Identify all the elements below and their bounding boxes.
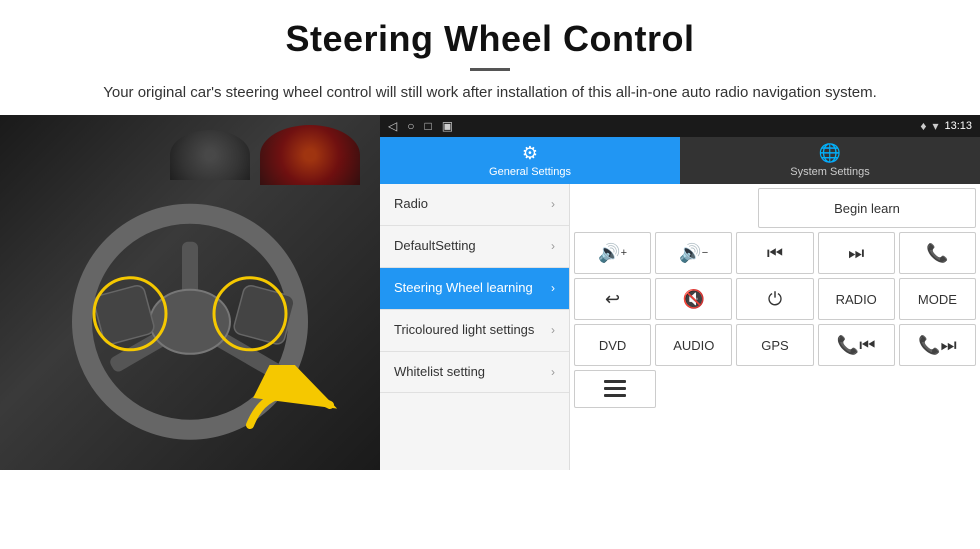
status-right-icons: ♦ ▾ 13:13	[920, 119, 972, 133]
screenshot-icon[interactable]: ▣	[442, 119, 453, 133]
volume-up-button[interactable]: 🔊+	[574, 232, 651, 274]
menu-content: Radio › DefaultSetting › Steering Wheel …	[380, 184, 980, 470]
status-time: 13:13	[944, 120, 972, 132]
audio-button[interactable]: AUDIO	[655, 324, 732, 366]
hangup-button[interactable]: ↩	[574, 278, 651, 320]
gps-icon: ♦	[920, 119, 926, 133]
begin-learn-button[interactable]: Begin learn	[758, 188, 976, 228]
empty-cell	[574, 188, 754, 228]
general-settings-icon: ⚙	[522, 143, 538, 164]
home-icon[interactable]: ○	[407, 119, 414, 133]
power-button[interactable]: ⏻	[736, 278, 813, 320]
phone-next-button[interactable]: 📞⏭	[899, 324, 976, 366]
status-nav-icons: ◁ ○ □ ▣	[388, 119, 453, 133]
chevron-icon: ›	[551, 197, 555, 211]
menu-item-steering[interactable]: Steering Wheel learning ›	[380, 268, 569, 310]
menu-item-tricoloured[interactable]: Tricoloured light settings ›	[380, 310, 569, 352]
back-icon[interactable]: ◁	[388, 119, 397, 133]
android-ui: ◁ ○ □ ▣ ♦ ▾ 13:13 ⚙ General Settings 🌐 S…	[380, 115, 980, 470]
tab-bar: ⚙ General Settings 🌐 System Settings	[380, 137, 980, 184]
next-track-button[interactable]: ⏭	[818, 232, 895, 274]
volume-down-button[interactable]: 🔊−	[655, 232, 732, 274]
title-divider	[470, 68, 510, 71]
tab-system-label: System Settings	[790, 166, 869, 178]
left-menu: Radio › DefaultSetting › Steering Wheel …	[380, 184, 570, 470]
dvd-button[interactable]: DVD	[574, 324, 651, 366]
menu-item-radio[interactable]: Radio ›	[380, 184, 569, 226]
radio-button[interactable]: RADIO	[818, 278, 895, 320]
gps-button[interactable]: GPS	[736, 324, 813, 366]
car-image-area	[0, 115, 380, 470]
recents-icon[interactable]: □	[424, 119, 431, 133]
begin-learn-row: Begin learn	[574, 188, 976, 228]
steering-wheel-bg	[0, 115, 380, 470]
control-row-3: DVD AUDIO GPS 📞⏮ 📞⏭	[574, 324, 976, 366]
mode-button[interactable]: MODE	[899, 278, 976, 320]
signal-icon: ▾	[932, 119, 938, 133]
chevron-icon: ›	[551, 239, 555, 253]
page-title: Steering Wheel Control	[60, 18, 920, 60]
tab-system[interactable]: 🌐 System Settings	[680, 137, 980, 184]
menu-item-whitelist[interactable]: Whitelist setting ›	[380, 352, 569, 394]
menu-button[interactable]	[574, 370, 656, 408]
system-settings-icon: 🌐	[819, 143, 841, 164]
mute-button[interactable]: 🔇	[655, 278, 732, 320]
chevron-icon: ›	[551, 323, 555, 337]
status-bar: ◁ ○ □ ▣ ♦ ▾ 13:13	[380, 115, 980, 137]
gauge-left	[170, 130, 250, 180]
tab-general[interactable]: ⚙ General Settings	[380, 137, 680, 184]
tab-general-label: General Settings	[489, 166, 571, 178]
arrow-svg	[240, 365, 360, 445]
phone-button[interactable]: 📞	[899, 232, 976, 274]
chevron-icon: ›	[551, 281, 555, 295]
hamburger-menu-icon	[604, 380, 626, 398]
right-panel: Begin learn 🔊+ 🔊− ⏮ ⏭ 📞 ↩ 🔇 ⏻ RADIO	[570, 184, 980, 470]
control-row-4	[574, 370, 976, 408]
control-row-2: ↩ 🔇 ⏻ RADIO MODE	[574, 278, 976, 320]
chevron-icon: ›	[551, 365, 555, 379]
page-description: Your original car's steering wheel contr…	[60, 81, 920, 105]
phone-prev-button[interactable]: 📞⏮	[818, 324, 895, 366]
prev-track-button[interactable]: ⏮	[736, 232, 813, 274]
page-header: Steering Wheel Control Your original car…	[0, 0, 980, 115]
control-row-1: 🔊+ 🔊− ⏮ ⏭ 📞	[574, 232, 976, 274]
menu-item-default[interactable]: DefaultSetting ›	[380, 226, 569, 268]
gauge-right	[260, 125, 360, 185]
main-content: ◁ ○ □ ▣ ♦ ▾ 13:13 ⚙ General Settings 🌐 S…	[0, 115, 980, 470]
